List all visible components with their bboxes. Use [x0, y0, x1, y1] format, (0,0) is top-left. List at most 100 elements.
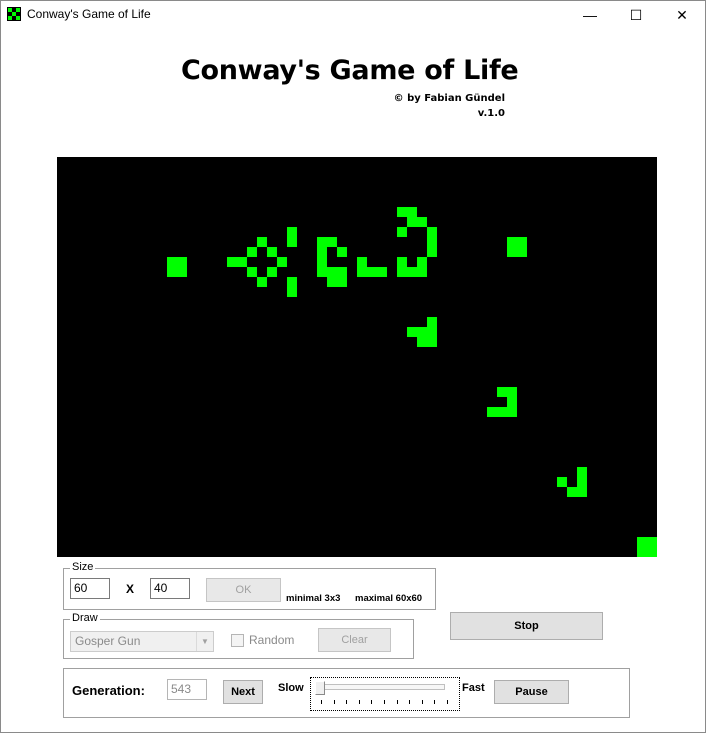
random-label: Random	[249, 633, 295, 647]
pause-button[interactable]: Pause	[494, 680, 569, 704]
generation-group: Generation: 543 Next Slow Fast Pause	[63, 668, 630, 718]
live-cell[interactable]	[247, 267, 257, 277]
live-cell[interactable]	[357, 267, 367, 277]
slider-tick	[321, 700, 322, 704]
live-cell[interactable]	[227, 257, 237, 267]
grid-height-input[interactable]: 40	[150, 578, 190, 599]
live-cell[interactable]	[287, 237, 297, 247]
live-cell[interactable]	[407, 217, 417, 227]
live-cell[interactable]	[647, 547, 657, 557]
live-cell[interactable]	[177, 257, 187, 267]
maximize-button[interactable]: ☐	[613, 1, 659, 29]
live-cell[interactable]	[507, 247, 517, 257]
live-cell[interactable]	[417, 217, 427, 227]
generation-label: Generation:	[72, 683, 145, 698]
live-cell[interactable]	[507, 387, 517, 397]
live-cell[interactable]	[427, 227, 437, 237]
live-cell[interactable]	[417, 257, 427, 267]
live-cell[interactable]	[257, 277, 267, 287]
live-cell[interactable]	[577, 487, 587, 497]
live-cell[interactable]	[257, 237, 267, 247]
slider-tick	[409, 700, 411, 704]
ok-button[interactable]: OK	[206, 578, 281, 602]
live-cell[interactable]	[337, 247, 347, 257]
live-cell[interactable]	[427, 247, 437, 257]
live-cell[interactable]	[637, 537, 647, 547]
live-cell[interactable]	[287, 227, 297, 237]
live-cell[interactable]	[517, 237, 527, 247]
live-cell[interactable]	[577, 467, 587, 477]
live-cell[interactable]	[287, 287, 297, 297]
slider-tick	[371, 700, 373, 704]
speed-slider-thumb[interactable]	[315, 681, 325, 695]
live-cell[interactable]	[267, 267, 277, 277]
live-cell[interactable]	[407, 327, 417, 337]
random-checkbox[interactable]	[231, 634, 244, 647]
slider-tick	[434, 700, 436, 704]
app-icon	[7, 7, 21, 21]
live-cell[interactable]	[417, 267, 427, 277]
live-cell[interactable]	[377, 267, 387, 277]
live-cell[interactable]	[287, 277, 297, 287]
live-cell[interactable]	[327, 267, 337, 277]
live-cell[interactable]	[317, 247, 327, 257]
live-cell[interactable]	[427, 327, 437, 337]
game-board[interactable]	[57, 157, 657, 557]
clear-button[interactable]: Clear	[318, 628, 391, 652]
live-cell[interactable]	[637, 547, 647, 557]
slider-tick	[421, 700, 423, 704]
live-cell[interactable]	[317, 267, 327, 277]
grid-width-input[interactable]: 60	[70, 578, 110, 599]
live-cell[interactable]	[177, 267, 187, 277]
live-cell[interactable]	[397, 257, 407, 267]
live-cell[interactable]	[577, 477, 587, 487]
pattern-select[interactable]: Gosper Gun ▼	[70, 631, 214, 652]
live-cell[interactable]	[427, 317, 437, 327]
next-button[interactable]: Next	[223, 680, 263, 704]
game-grid[interactable]	[57, 157, 657, 557]
live-cell[interactable]	[407, 267, 417, 277]
live-cell[interactable]	[417, 327, 427, 337]
live-cell[interactable]	[507, 397, 517, 407]
version-label: v.1.0	[477, 108, 505, 119]
live-cell[interactable]	[277, 257, 287, 267]
live-cell[interactable]	[247, 247, 257, 257]
live-cell[interactable]	[417, 337, 427, 347]
live-cell[interactable]	[507, 237, 517, 247]
live-cell[interactable]	[337, 267, 347, 277]
live-cell[interactable]	[357, 257, 367, 267]
minimize-button[interactable]: —	[567, 1, 613, 29]
live-cell[interactable]	[397, 267, 407, 277]
live-cell[interactable]	[337, 277, 347, 287]
live-cell[interactable]	[237, 257, 247, 267]
live-cell[interactable]	[397, 227, 407, 237]
live-cell[interactable]	[497, 387, 507, 397]
size-group: Size 60 X 40 OK minimal 3x3 maximal 60x6…	[63, 561, 436, 610]
live-cell[interactable]	[427, 337, 437, 347]
live-cell[interactable]	[407, 207, 417, 217]
close-button[interactable]: ✕	[659, 1, 705, 29]
chevron-down-icon[interactable]: ▼	[196, 632, 213, 651]
live-cell[interactable]	[647, 537, 657, 547]
live-cell[interactable]	[557, 477, 567, 487]
live-cell[interactable]	[167, 257, 177, 267]
live-cell[interactable]	[317, 257, 327, 267]
title-bar[interactable]: Conway's Game of Life — ☐ ✕	[1, 1, 705, 29]
live-cell[interactable]	[517, 247, 527, 257]
slow-label: Slow	[278, 682, 304, 694]
live-cell[interactable]	[327, 237, 337, 247]
live-cell[interactable]	[487, 407, 497, 417]
live-cell[interactable]	[497, 407, 507, 417]
live-cell[interactable]	[427, 237, 437, 247]
speed-slider[interactable]	[310, 677, 460, 711]
live-cell[interactable]	[327, 277, 337, 287]
draw-group: Draw Gosper Gun ▼ Random Clear	[63, 612, 414, 659]
live-cell[interactable]	[317, 237, 327, 247]
stop-button[interactable]: Stop	[450, 612, 603, 640]
live-cell[interactable]	[367, 267, 377, 277]
live-cell[interactable]	[397, 207, 407, 217]
live-cell[interactable]	[567, 487, 577, 497]
live-cell[interactable]	[507, 407, 517, 417]
live-cell[interactable]	[267, 247, 277, 257]
live-cell[interactable]	[167, 267, 177, 277]
